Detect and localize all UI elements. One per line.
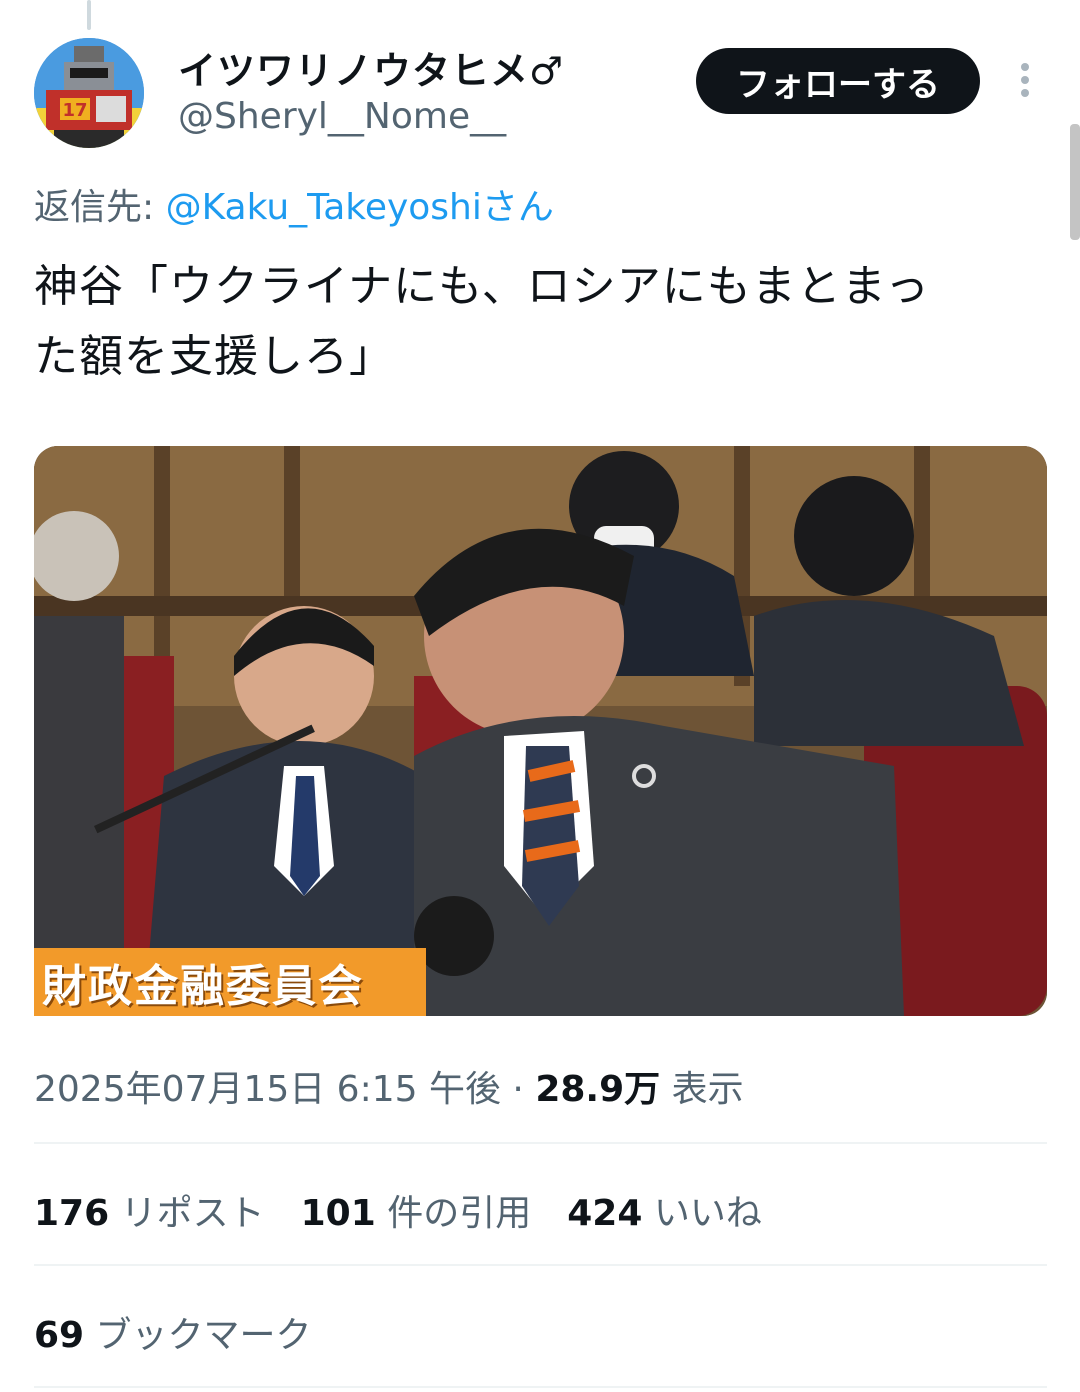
reply-to-line: 返信先: @Kaku_Takeyoshiさん — [34, 178, 554, 230]
quotes-label: 件の引用 — [375, 1193, 532, 1234]
author-display-name[interactable]: イツワリノウタヒメ♂ — [178, 40, 564, 95]
thread-connector-line — [87, 0, 91, 30]
divider — [34, 1142, 1047, 1144]
follow-button[interactable]: フォローする — [696, 48, 980, 114]
engagement-stats: 176 リポスト 101 件の引用 424 いいね — [34, 1184, 798, 1236]
bookmarks-count: 69 — [34, 1315, 85, 1356]
meta-separator: · — [500, 1069, 536, 1110]
tweet-text-line: た額を支援しろ」 — [34, 331, 394, 382]
likes-label: いいね — [642, 1193, 762, 1234]
avatar[interactable]: 17 — [34, 38, 144, 148]
timestamp-link[interactable]: 2025年07月15日 6:15 午後 — [34, 1069, 501, 1110]
more-options-icon[interactable] — [1010, 60, 1040, 104]
avatar-badge-text: 17 — [62, 100, 87, 121]
author-handle[interactable]: @Sheryl__Nome__ — [178, 96, 506, 137]
divider — [34, 1386, 1047, 1388]
reply-mention-suffix: さん — [481, 187, 554, 228]
bookmarks-stat[interactable]: 69 ブックマーク — [34, 1306, 312, 1358]
reposts-count: 176 — [34, 1193, 110, 1234]
likes-stat[interactable]: 424 いいね — [567, 1184, 762, 1236]
tweet-meta: 2025年07月15日 6:15 午後 · 28.9万 表示 — [34, 1060, 744, 1112]
likes-count: 424 — [567, 1193, 643, 1234]
divider — [34, 1264, 1047, 1266]
quotes-count: 101 — [300, 1193, 376, 1234]
reply-to-prefix: 返信先: — [34, 187, 166, 228]
reposts-stat[interactable]: 176 リポスト — [34, 1184, 265, 1236]
tweet-detail: 17 イツワリノウタヒメ♂ @Sheryl__Nome__ フォローする 返信先… — [0, 0, 1080, 1392]
views-label: 表示 — [660, 1069, 744, 1110]
video-frame — [34, 446, 1047, 1016]
views-count: 28.9万 — [535, 1069, 661, 1110]
avatar-robot-image: 17 — [34, 38, 144, 148]
tweet-text-line: 神谷「ウクライナにも、ロシアにもまとまっ — [34, 261, 931, 312]
reposts-label: リポスト — [109, 1193, 265, 1234]
reply-mention-link[interactable]: @Kaku_Takeyoshi — [166, 187, 482, 228]
bookmarks-label: ブックマーク — [84, 1315, 312, 1356]
tweet-video[interactable] — [34, 446, 1047, 1016]
tweet-text: 神谷「ウクライナにも、ロシアにもまとまっ た額を支援しろ」 — [34, 252, 1044, 392]
scrollbar-thumb[interactable] — [1070, 124, 1080, 240]
quotes-stat[interactable]: 101 件の引用 — [301, 1184, 532, 1236]
video-caption-banner: 財政金融委員会 — [34, 948, 426, 1016]
